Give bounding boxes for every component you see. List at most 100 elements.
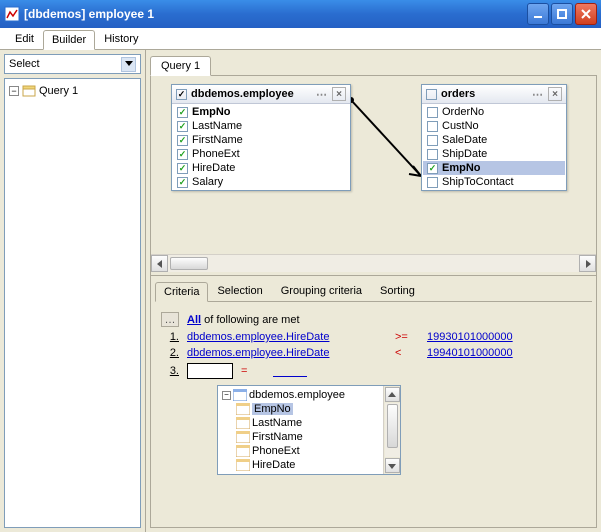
diagram-area: ✓ dbdemos.employee ⋯ × ✓EmpNo ✓LastName …	[150, 76, 597, 276]
scroll-right-button[interactable]	[579, 255, 596, 272]
drag-handle-icon[interactable]: ⋯	[316, 88, 328, 101]
app-icon	[4, 6, 20, 22]
criteria-body: … All of following are met 1. dbdemos.em…	[155, 302, 592, 483]
scroll-track[interactable]	[168, 255, 579, 272]
column-checkbox[interactable]: ✓	[177, 135, 188, 146]
criteria-operator[interactable]: >=	[395, 331, 419, 343]
tree-item-query1[interactable]: − Query 1	[9, 83, 136, 99]
close-button[interactable]	[575, 3, 597, 25]
query-icon	[22, 84, 36, 98]
table-window-orders[interactable]: orders ⋯ × OrderNo CustNo SaleDate ShipD…	[421, 84, 567, 191]
table-header[interactable]: orders ⋯ ×	[422, 85, 566, 104]
table-icon	[233, 389, 247, 401]
query-tree[interactable]: − Query 1	[4, 78, 141, 528]
tab-edit[interactable]: Edit	[6, 29, 43, 49]
scroll-thumb[interactable]	[387, 404, 398, 448]
column-checkbox[interactable]	[427, 177, 438, 188]
scroll-left-button[interactable]	[151, 255, 168, 272]
column-checkbox[interactable]: ✓	[177, 107, 188, 118]
criteria-row-3[interactable]: 3. =	[161, 361, 586, 381]
criteria-value-placeholder[interactable]	[273, 366, 307, 377]
criteria-field-input[interactable]	[187, 363, 233, 379]
criteria-value[interactable]: 19930101000000	[427, 331, 513, 343]
column-checkbox[interactable]: ✓	[177, 121, 188, 132]
window-title: [dbdemos] employee 1	[24, 7, 527, 21]
popup-item-empno[interactable]: EmpNo	[220, 402, 381, 416]
maximize-button[interactable]	[551, 3, 573, 25]
diagram-canvas[interactable]: ✓ dbdemos.employee ⋯ × ✓EmpNo ✓LastName …	[151, 76, 596, 254]
column-checkbox[interactable]: ✓	[177, 149, 188, 160]
left-panel: Select − Query 1	[0, 50, 146, 532]
column-icon	[236, 459, 250, 471]
criteria-row-2[interactable]: 2. dbdemos.employee.HireDate < 199401010…	[161, 345, 586, 361]
column-lastname[interactable]: ✓LastName	[173, 119, 349, 133]
tab-builder[interactable]: Builder	[43, 30, 95, 50]
column-checkbox[interactable]	[427, 121, 438, 132]
popup-scrollbar[interactable]	[383, 386, 400, 474]
criteria-operator[interactable]: =	[241, 365, 265, 377]
right-panel: Query 1 ✓ dbdemos.employee ⋯ ×	[146, 50, 601, 532]
collapse-icon[interactable]: −	[9, 86, 19, 96]
criteria-field[interactable]: dbdemos.employee.HireDate	[187, 347, 387, 359]
table-close-button[interactable]: ×	[332, 87, 346, 101]
column-custno[interactable]: CustNo	[423, 119, 565, 133]
criteria-field[interactable]: dbdemos.employee.HireDate	[187, 331, 387, 343]
criteria-header-row: … All of following are met	[161, 310, 586, 329]
column-icon	[236, 445, 250, 457]
scroll-up-button[interactable]	[385, 387, 400, 402]
field-picker-list[interactable]: − dbdemos.employee EmpNo LastName FirstN…	[218, 386, 383, 474]
column-shiptocontact[interactable]: ShipToContact	[423, 175, 565, 189]
query-tabbar: Query 1	[150, 54, 597, 76]
drag-handle-icon[interactable]: ⋯	[532, 88, 544, 101]
scroll-thumb[interactable]	[170, 257, 208, 270]
criteria-row-1[interactable]: 1. dbdemos.employee.HireDate >= 19930101…	[161, 329, 586, 345]
criteria-value[interactable]: 19940101000000	[427, 347, 513, 359]
criteria-menu-button[interactable]: …	[161, 312, 179, 327]
column-checkbox[interactable]: ✓	[177, 163, 188, 174]
criteria-panel: Criteria Selection Grouping criteria Sor…	[150, 276, 597, 528]
select-all-checkbox[interactable]	[426, 89, 437, 100]
table-title: dbdemos.employee	[191, 88, 312, 100]
column-empno[interactable]: ✓EmpNo	[173, 105, 349, 119]
column-saledate[interactable]: SaleDate	[423, 133, 565, 147]
table-close-button[interactable]: ×	[548, 87, 562, 101]
column-empno[interactable]: ✓EmpNo	[423, 161, 565, 175]
window-titlebar: [dbdemos] employee 1	[0, 0, 601, 28]
popup-item-phoneext[interactable]: PhoneExt	[220, 444, 381, 458]
column-hiredate[interactable]: ✓HireDate	[173, 161, 349, 175]
column-phoneext[interactable]: ✓PhoneExt	[173, 147, 349, 161]
column-salary[interactable]: ✓Salary	[173, 175, 349, 189]
scroll-down-button[interactable]	[385, 458, 400, 473]
tab-selection[interactable]: Selection	[208, 281, 271, 301]
table-window-employee[interactable]: ✓ dbdemos.employee ⋯ × ✓EmpNo ✓LastName …	[171, 84, 351, 191]
join-line	[349, 96, 425, 216]
statement-type-dropdown[interactable]: Select	[4, 54, 141, 74]
column-checkbox[interactable]	[427, 135, 438, 146]
popup-root-node[interactable]: − dbdemos.employee	[220, 388, 381, 402]
table-header[interactable]: ✓ dbdemos.employee ⋯ ×	[172, 85, 350, 104]
column-firstname[interactable]: ✓FirstName	[173, 133, 349, 147]
tab-criteria[interactable]: Criteria	[155, 282, 208, 302]
query-tab-1[interactable]: Query 1	[150, 56, 211, 76]
tab-grouping[interactable]: Grouping criteria	[272, 281, 371, 301]
criteria-header[interactable]: All of following are met	[187, 314, 300, 326]
field-picker-popup[interactable]: − dbdemos.employee EmpNo LastName FirstN…	[217, 385, 401, 475]
horizontal-scrollbar[interactable]	[151, 254, 596, 272]
select-all-checkbox[interactable]: ✓	[176, 89, 187, 100]
column-shipdate[interactable]: ShipDate	[423, 147, 565, 161]
tab-sorting[interactable]: Sorting	[371, 281, 424, 301]
scroll-track[interactable]	[385, 403, 400, 457]
minimize-button[interactable]	[527, 3, 549, 25]
popup-item-hiredate[interactable]: HireDate	[220, 458, 381, 472]
popup-item-lastname[interactable]: LastName	[220, 416, 381, 430]
tab-history[interactable]: History	[95, 29, 147, 49]
column-checkbox[interactable]	[427, 107, 438, 118]
column-orderno[interactable]: OrderNo	[423, 105, 565, 119]
column-checkbox[interactable]: ✓	[177, 177, 188, 188]
column-checkbox[interactable]	[427, 149, 438, 160]
popup-item-firstname[interactable]: FirstName	[220, 430, 381, 444]
column-checkbox[interactable]: ✓	[427, 163, 438, 174]
collapse-icon[interactable]: −	[222, 391, 231, 400]
criteria-operator[interactable]: <	[395, 347, 419, 359]
dropdown-value: Select	[9, 58, 40, 70]
